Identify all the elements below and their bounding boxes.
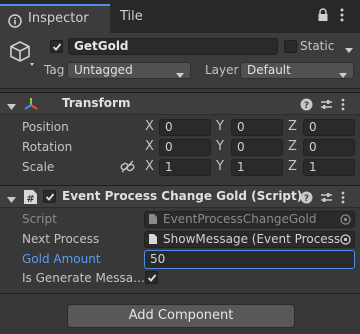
tab-inspector-label: Inspector (28, 11, 89, 26)
axis-x-label: X (145, 159, 154, 174)
gameobject-cube-icon[interactable] (8, 39, 36, 70)
svg-text:?: ? (304, 101, 309, 111)
scale-x-field[interactable]: 1 (159, 159, 211, 176)
script-component-title: Event Process Change Gold (Script) (62, 189, 303, 203)
csharp-script-icon: # (23, 189, 38, 208)
object-picker-icon[interactable] (340, 234, 351, 248)
layer-dropdown-value: Default (247, 63, 291, 77)
next-process-value: ShowMessage (Event Process (163, 232, 341, 246)
tag-dropdown[interactable]: Untagged (67, 62, 191, 79)
active-checkbox[interactable] (50, 40, 63, 53)
is-generate-checkbox[interactable] (145, 271, 158, 284)
script-label: Script (22, 212, 57, 226)
layer-dropdown[interactable]: Default (240, 62, 354, 79)
more-options-icon[interactable] (340, 8, 344, 25)
divider (0, 293, 360, 294)
component-menu-icon[interactable] (341, 191, 345, 207)
position-x-field[interactable]: 0 (159, 119, 211, 136)
layer-label: Layer (205, 63, 239, 77)
rotation-z-field[interactable]: 0 (303, 139, 355, 156)
tab-bar: Inspector Tile Palette (0, 0, 360, 50)
tag-dropdown-value: Untagged (74, 63, 133, 77)
script-component-header[interactable]: # Event Process Change Gold (Script) ? (0, 185, 360, 208)
static-dropdown-arrow-icon[interactable] (345, 43, 353, 57)
scale-y-field[interactable]: 1 (231, 159, 283, 176)
axis-z-label: Z (288, 119, 297, 134)
axis-z-label: Z (288, 139, 297, 154)
gameobject-name-field[interactable]: GetGold (68, 38, 278, 55)
next-process-object-field[interactable]: ShowMessage (Event Process (144, 231, 355, 248)
scale-z-field[interactable]: 1 (303, 159, 355, 176)
script-file-icon (148, 233, 158, 248)
axis-y-label: Y (216, 159, 224, 174)
static-label: Static (300, 39, 335, 53)
static-checkbox[interactable] (284, 40, 297, 53)
rotation-x-field[interactable]: 0 (159, 139, 211, 156)
svg-text:#: # (26, 194, 34, 205)
component-menu-icon[interactable] (341, 98, 345, 114)
lock-icon[interactable] (317, 8, 329, 25)
transform-header[interactable]: Transform ? (0, 92, 360, 115)
help-icon[interactable]: ? (300, 191, 313, 207)
script-object-value: EventProcessChangeGold (163, 212, 317, 226)
constrain-proportions-link-icon[interactable] (120, 160, 135, 177)
foldout-arrow-icon[interactable] (7, 100, 16, 114)
script-object-field: EventProcessChangeGold (144, 211, 355, 228)
gold-amount-label: Gold Amount (22, 252, 101, 266)
help-icon[interactable]: ? (300, 98, 313, 114)
axis-x-label: X (145, 119, 154, 134)
position-y-field[interactable]: 0 (231, 119, 283, 136)
preset-sliders-icon[interactable] (320, 191, 333, 207)
gold-amount-field[interactable]: 50 (144, 250, 355, 269)
chevron-down-icon (339, 68, 347, 83)
script-file-icon (148, 213, 158, 228)
svg-text:?: ? (304, 194, 309, 204)
position-label: Position (22, 120, 69, 134)
is-generate-label: Is Generate Messa… (22, 271, 146, 285)
axis-x-label: X (145, 139, 154, 154)
transform-axes-icon (23, 96, 39, 115)
foldout-arrow-icon[interactable] (7, 193, 16, 207)
tab-inspector[interactable]: Inspector (0, 4, 110, 33)
scale-label: Scale (22, 160, 55, 174)
axis-z-label: Z (288, 159, 297, 174)
axis-y-label: Y (216, 119, 224, 134)
object-picker-icon (340, 214, 351, 228)
rotation-label: Rotation (22, 140, 73, 154)
tag-label: Tag (44, 63, 65, 77)
next-process-label: Next Process (22, 232, 100, 246)
gameobject-header: GetGold Static Tag Untagged Layer Defaul… (0, 33, 360, 89)
position-z-field[interactable]: 0 (303, 119, 355, 136)
axis-y-label: Y (216, 139, 224, 154)
chevron-down-icon (176, 68, 184, 83)
preset-sliders-icon[interactable] (320, 98, 333, 114)
rotation-y-field[interactable]: 0 (231, 139, 283, 156)
transform-title: Transform (62, 96, 131, 110)
add-component-button[interactable]: Add Component (67, 304, 295, 328)
script-enabled-checkbox[interactable] (43, 190, 56, 203)
